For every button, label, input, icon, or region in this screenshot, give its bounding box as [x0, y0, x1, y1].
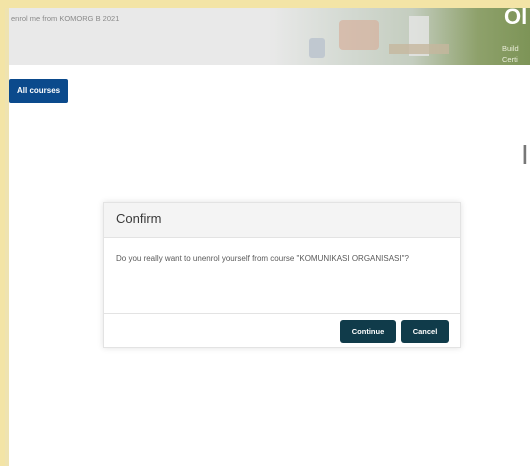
confirm-dialog: Confirm Do you really want to unenrol yo…	[103, 202, 461, 348]
dialog-header: Confirm	[104, 203, 460, 238]
banner-illustration-shape	[389, 44, 449, 54]
banner-illustration-shape	[339, 20, 379, 50]
banner-title: Ol	[504, 8, 528, 29]
banner-illustration-shape	[309, 38, 325, 58]
dialog-footer: Continue Cancel	[104, 313, 460, 348]
dialog-title: Confirm	[116, 211, 162, 226]
banner-subtitle-line-1: Build	[502, 44, 519, 53]
banner-subtitle-line-2: Certi	[502, 55, 518, 64]
window-left-edge	[5, 8, 9, 466]
header-banner: Ol Build Certi	[269, 8, 530, 65]
dialog-message: Do you really want to unenrol yourself f…	[116, 254, 409, 263]
breadcrumb[interactable]: enrol me from KOMORG B 2021	[11, 14, 119, 23]
continue-button[interactable]: Continue	[340, 320, 396, 343]
page-header: enrol me from KOMORG B 2021 Ol Build Cer…	[9, 8, 530, 65]
cancel-button[interactable]: Cancel	[401, 320, 449, 343]
all-courses-button[interactable]: All courses	[9, 79, 69, 103]
page-heading-fragment: I	[521, 139, 529, 170]
